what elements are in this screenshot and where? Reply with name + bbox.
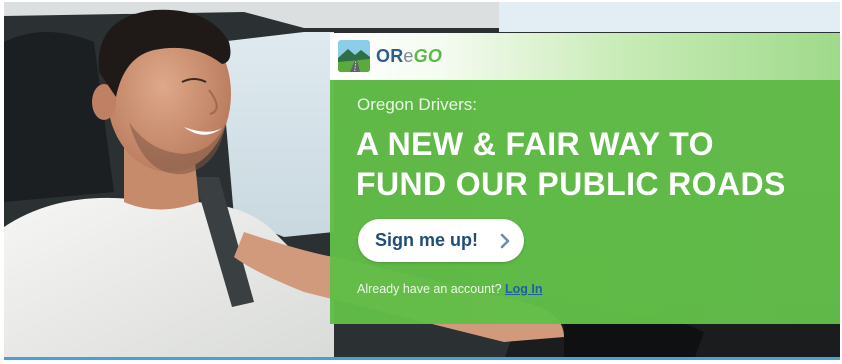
account-prompt: Already have an account? Log In (357, 282, 543, 296)
logo-e-text: e (403, 46, 414, 66)
logo-bar: OReGO (330, 33, 840, 80)
promo-panel: OReGO Oregon Drivers: A NEW & FAIR WAY T… (330, 33, 840, 324)
hero-banner: OReGO Oregon Drivers: A NEW & FAIR WAY T… (4, 2, 840, 360)
page-headline: A NEW & FAIR WAY TO FUND OUR PUBLIC ROAD… (356, 124, 786, 204)
logo-go-text: GO (413, 46, 443, 66)
eyebrow-text: Oregon Drivers: (357, 95, 477, 114)
road-landscape-icon (338, 40, 370, 72)
bottom-accent-strip (4, 357, 840, 360)
log-in-link[interactable]: Log In (505, 282, 543, 296)
sign-up-label: Sign me up! (375, 230, 478, 250)
brand-logo[interactable]: OReGO (376, 46, 442, 67)
chevron-right-icon (500, 233, 510, 249)
logo-or-text: OR (376, 46, 404, 66)
headline-line-1: A NEW & FAIR WAY TO (356, 126, 714, 162)
headline-line-2: FUND OUR PUBLIC ROADS (356, 166, 786, 202)
sign-up-button[interactable]: Sign me up! (358, 219, 524, 262)
account-prompt-text: Already have an account? (357, 282, 502, 296)
